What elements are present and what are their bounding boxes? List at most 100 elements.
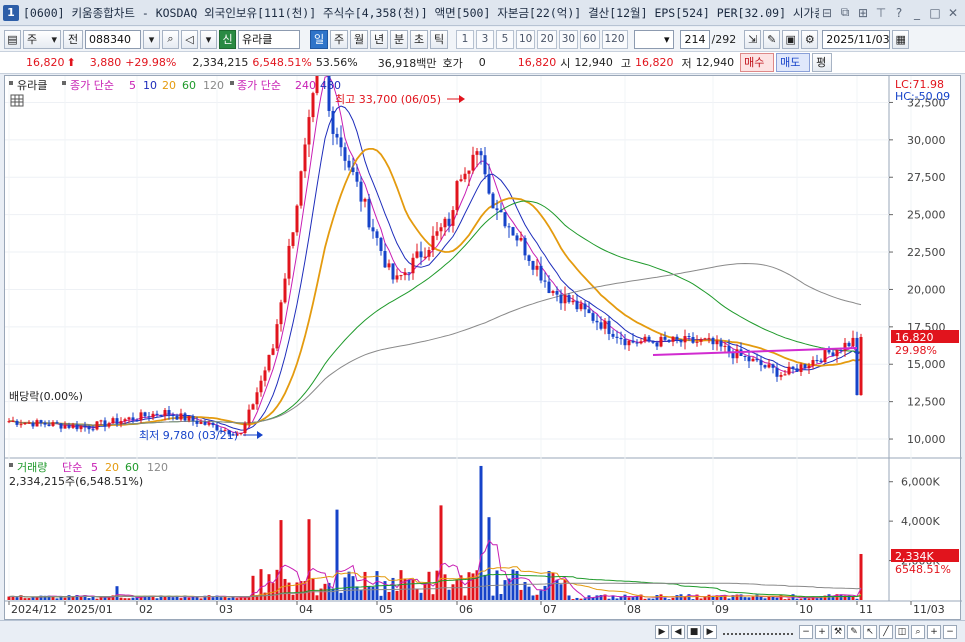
scroll-next-icon[interactable]: ▶ [703,624,717,639]
more-dropdown-icon[interactable]: ▾ [200,29,217,49]
volume-bar [283,578,287,600]
interval-custom-input[interactable]: ▾ [633,29,674,49]
table-toggle-icon[interactable] [10,94,24,107]
candle-body [67,425,71,428]
tab-period-month[interactable]: 월 [350,29,368,49]
volume-bar [451,584,455,600]
tab-period-year[interactable]: 년 [370,29,388,49]
interval-button[interactable]: 5 [496,29,514,49]
code-dropdown-icon[interactable]: ▾ [143,29,160,49]
copy-window-icon[interactable]: ⧉ [837,5,853,21]
legend-square-icon [62,81,66,85]
interval-button[interactable]: 120 [601,29,628,49]
calendar-icon[interactable]: ▦ [892,29,910,49]
candle-body [639,341,643,344]
count-input[interactable]: 214 [679,29,710,49]
candle-body [19,424,23,426]
stock-name-field[interactable]: 유라클 [238,29,300,49]
minus-icon[interactable]: − [943,624,957,639]
zoom-icon[interactable]: ⇲ [744,29,762,49]
candle-body [791,366,795,369]
tab-period-second[interactable]: 초 [410,29,428,49]
prev-button[interactable]: 전 [63,29,83,49]
candle-body [467,170,471,174]
chart-area[interactable]: 32,500 30,000 27,500 25,000 22,500 20,000 17,5… [4,75,962,621]
speaker-icon[interactable]: ◁ [181,29,198,49]
tab-period-day[interactable]: 일 [310,29,328,49]
scroll-left-icon[interactable]: ▶ [655,624,669,639]
help-icon[interactable]: ? [891,5,907,21]
interval-button[interactable]: 60 [580,29,600,49]
change-value: 3,880 [89,56,122,69]
shape-icon[interactable]: ◫ [895,624,909,639]
cursor-icon[interactable]: ↖ [863,624,877,639]
avg-button[interactable]: 평 [812,53,833,72]
line-icon[interactable]: ╱ [879,624,893,639]
interval-button[interactable]: 30 [558,29,579,49]
maximize-icon[interactable]: □ [927,5,943,21]
candle-body [699,339,703,342]
pen-icon[interactable]: ✎ [847,624,861,639]
interval-button[interactable]: 3 [476,29,494,49]
settings-gear-icon[interactable]: ⚙ [801,29,819,49]
candle-body [183,413,187,421]
x-tick-label: 09 [715,603,729,616]
candle-body [287,245,291,279]
tab-period-week[interactable]: 주 [330,29,348,49]
volume-bar [55,598,59,600]
volume-bar [367,586,371,600]
candle-body [427,249,431,257]
candle-body [571,300,575,303]
save-icon[interactable]: ▣ [782,29,800,49]
interval-button[interactable]: 20 [537,29,557,49]
stop-icon[interactable]: ■ [687,624,701,639]
scrollbar-track[interactable] [723,629,793,635]
minimize-icon[interactable]: _ [909,5,925,21]
volume-bar [575,597,579,600]
close-icon[interactable]: ✕ [945,5,961,21]
candle-body [295,205,299,233]
tab-period-minute[interactable]: 분 [390,29,408,49]
link-icon[interactable]: ⊞ [855,5,871,21]
candle-body [167,410,171,415]
sell-button[interactable]: 매도 [776,53,811,72]
buy-button[interactable]: 매수 [740,53,775,72]
candle-body [27,422,31,424]
low-annotation: 최저 9,780 (03/21) [139,429,238,442]
plus-icon[interactable]: + [927,624,941,639]
zoom-out-icon[interactable]: − [799,624,813,639]
tool-icon[interactable]: ⚒ [831,624,845,639]
drawing-tool-icon[interactable]: ✎ [763,29,781,49]
code-input[interactable]: 088340 [85,29,141,49]
magnify-icon[interactable]: ⌕ [911,624,925,639]
candle-body [35,420,39,427]
type-select[interactable]: 주 ▾ [23,29,61,49]
interval-button[interactable]: 10 [516,29,536,49]
candle-body [847,342,851,347]
search-icon[interactable]: ⌕ [162,29,179,49]
y-tick-label: 30,000 [907,134,946,147]
volume-bar [351,576,355,600]
volume-bar [315,595,319,600]
candle-body [835,350,839,357]
zoom-in-icon[interactable]: + [815,624,829,639]
layout-menu-icon[interactable]: ▤ [4,29,21,49]
window-number[interactable]: 1 [3,4,19,21]
candle-body [51,422,55,426]
restore-icon[interactable]: ⊟ [819,5,835,21]
volume-bar [411,579,415,600]
y-tick-label: 27,500 [907,171,946,184]
date-input[interactable]: 2025/11/03 [822,29,891,49]
stock-chart-svg[interactable]: 32,50030,00027,50025,00022,50020,00017,5… [5,76,962,621]
pin-icon[interactable]: ⊤ [873,5,889,21]
volume-bar [187,597,191,600]
tab-period-tick[interactable]: 틱 [430,29,448,49]
interval-button[interactable]: 1 [456,29,474,49]
volume-bar [379,595,383,600]
hc-label: HC:-50.09 [895,90,950,103]
scroll-prev-icon[interactable]: ◀ [671,624,685,639]
candle-body [795,368,799,372]
volume-bar [347,571,351,600]
legend-ma5: 5 [129,79,136,92]
candle-body [11,420,15,422]
